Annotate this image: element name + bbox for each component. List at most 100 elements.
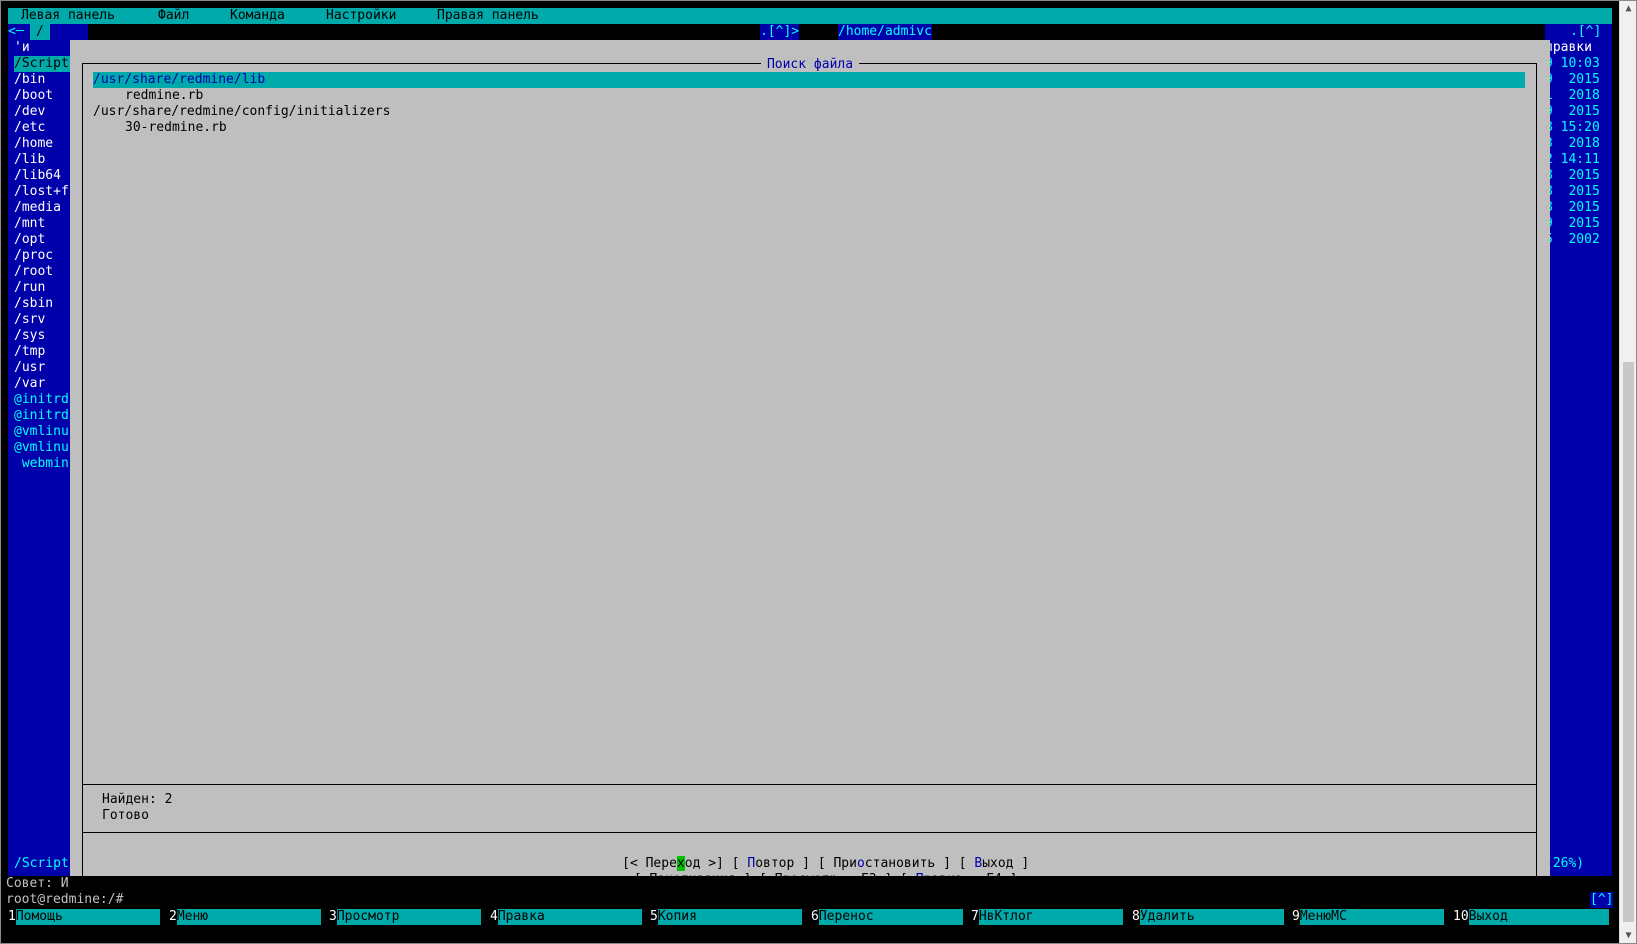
window-scrollbar[interactable]: ▲ ▼ (1619, 0, 1637, 944)
left-panel-frame-corner: <─ (8, 24, 24, 39)
left-panel-entry[interactable]: /sbin (14, 296, 53, 312)
right-panel-entry-date[interactable]: 1 2018 (1545, 88, 1600, 104)
left-panel-entry[interactable]: /usr (14, 360, 45, 376)
left-panel-entry[interactable]: /lib (14, 152, 45, 168)
fkey-number: 7 (971, 909, 979, 924)
left-panel-entry[interactable]: webmin (14, 456, 69, 472)
fkey-label: Выход (1468, 909, 1609, 925)
fkey-number: 4 (490, 909, 498, 924)
fkey-8[interactable]: 8Удалить (1132, 909, 1284, 925)
fkey-label: Просмотр (336, 909, 481, 925)
left-panel-entry[interactable]: /boot (14, 88, 53, 104)
right-scroll-marker: [^] (1590, 892, 1614, 908)
menu-command[interactable]: Команда (230, 8, 285, 24)
left-panel-entry[interactable]: /run (14, 280, 45, 296)
left-panel-selected-entry[interactable]: /Script (14, 56, 72, 72)
left-panel-entry[interactable]: /mnt (14, 216, 45, 232)
scroll-up-icon[interactable]: ▲ (1620, 0, 1637, 17)
right-panel-entry-date[interactable]: 2 14:11 (1545, 152, 1600, 168)
fkey-number: 10 (1453, 909, 1469, 924)
fkey-3[interactable]: 3Просмотр (329, 909, 481, 925)
fkey-number: 1 (8, 909, 16, 924)
left-panel-entry[interactable]: /home (14, 136, 53, 152)
left-panel-entry[interactable]: /lib64 (14, 168, 61, 184)
left-panel-entry[interactable]: /sys (14, 328, 45, 344)
left-panel-entry[interactable]: /tmp (14, 344, 45, 360)
result-item[interactable]: redmine.rb (125, 88, 203, 104)
right-panel-entry-date[interactable]: 3 2018 (1545, 136, 1600, 152)
dialog-title-bar: Поиск файла (70, 57, 1550, 73)
right-panel-entry-date[interactable]: 9 2015 (1545, 72, 1600, 88)
menu-file[interactable]: Файл (158, 8, 189, 24)
fkey-6[interactable]: 6Перенос (811, 909, 963, 925)
fkey-1[interactable]: 1Помощь (8, 909, 160, 925)
left-panel-entry[interactable]: /proc (14, 248, 53, 264)
fkey-9[interactable]: 9МенюMC (1292, 909, 1444, 925)
fkey-label: Удалить (1139, 909, 1284, 925)
left-panel-path: / (30, 24, 50, 40)
status-state: Готово (102, 808, 149, 823)
fkey-number: 3 (329, 909, 337, 924)
left-panel-entry[interactable]: /media (14, 200, 61, 216)
dialog-frame (82, 63, 1537, 885)
scroll-thumb[interactable] (1623, 362, 1634, 922)
fkey-number: 5 (650, 909, 658, 924)
fkey-5[interactable]: 5Копия (650, 909, 802, 925)
right-panel-footer: (26%) (1545, 856, 1585, 871)
right-panel-entry-date[interactable]: 8 15:20 (1545, 120, 1600, 136)
right-panel-entry-date[interactable]: 9 10:03 (1545, 56, 1600, 72)
left-panel-entry[interactable]: /srv (14, 312, 45, 328)
function-key-bar: 1Помощь 2Меню 3Просмотр 4Правка 5Копия 6Перен… (0, 908, 1637, 926)
result-item[interactable]: /usr/share/redmine/config/initializers (93, 104, 390, 120)
left-panel-entry[interactable]: /root (14, 264, 53, 280)
fkey-number: 8 (1132, 909, 1140, 924)
divider-results (82, 784, 1537, 785)
dialog-title: Поиск файла (760, 57, 860, 72)
result-item-selected[interactable]: /usr/share/redmine/lib (93, 72, 1525, 88)
fkey-2[interactable]: 2Меню (169, 909, 321, 925)
left-panel-entry[interactable]: @initrd (14, 408, 69, 424)
menu-right-panel[interactable]: Правая панель (437, 8, 539, 24)
command-area: Совет: И root@redmine:/# [^] (0, 876, 1637, 908)
left-panel-entry[interactable]: /dev (14, 104, 45, 120)
left-panel-entry[interactable]: @vmlinu (14, 424, 69, 440)
left-panel-footer: /Script (14, 856, 69, 871)
divider-status (82, 832, 1537, 833)
fkey-number: 9 (1292, 909, 1300, 924)
fkey-label: Помощь (15, 909, 160, 925)
right-panel-entry-date[interactable]: 8 2015 (1545, 200, 1600, 216)
fkey-number: 2 (169, 909, 177, 924)
left-panel-entry[interactable]: /opt (14, 232, 45, 248)
right-panel-entry-date[interactable]: 9 2015 (1545, 216, 1600, 232)
fkey-label: Копия (657, 909, 802, 925)
fkey-10[interactable]: 10Выход (1453, 909, 1609, 925)
result-item[interactable]: 30-redmine.rb (125, 120, 227, 136)
right-panel-entry-date[interactable]: 9 2015 (1545, 104, 1600, 120)
right-panel-top-marker-right: .[^] (1570, 24, 1602, 40)
right-panel-entry-date[interactable]: 8 2015 (1545, 168, 1600, 184)
right-panel-column-header: правки (1545, 40, 1592, 55)
command-prompt[interactable]: root@redmine:/# (6, 892, 123, 908)
left-panel-entry[interactable]: /bin (14, 72, 45, 88)
fkey-label: Правка (497, 909, 642, 925)
left-panel-entry[interactable]: /var (14, 376, 45, 392)
hint-text: Совет: И (6, 876, 69, 891)
left-panel-entry[interactable]: /etc (14, 120, 45, 136)
right-panel[interactable]: правки 9 10:03 9 2015 1 2018 9 2015 8 15:20 3… (1545, 24, 1612, 876)
fkey-7[interactable]: 7НвКтлог (971, 909, 1123, 925)
right-panel-top-marker: .[^]> (760, 24, 800, 40)
right-panel-entry-date[interactable]: 5 2002 (1545, 232, 1600, 248)
left-panel-column-header: 'и (14, 40, 30, 55)
scroll-down-icon[interactable]: ▼ (1620, 927, 1637, 944)
fkey-label: Перенос (818, 909, 963, 925)
menu-settings[interactable]: Настройки (326, 8, 396, 24)
find-file-dialog: Поиск файла /usr/share/redmine/lib redmin… (70, 40, 1550, 902)
fkey-4[interactable]: 4Правка (490, 909, 642, 925)
right-panel-entry-date[interactable]: 8 2015 (1545, 184, 1600, 200)
left-panel-entry[interactable]: /lost+f (14, 184, 69, 200)
right-panel-path[interactable]: /home/admivc (838, 24, 932, 40)
menu-left-panel[interactable]: Левая панель (21, 8, 115, 24)
left-panel-entry[interactable]: @initrd (14, 392, 69, 408)
left-panel-entry[interactable]: @vmlinu (14, 440, 69, 456)
fkey-label: МенюMC (1299, 909, 1444, 925)
